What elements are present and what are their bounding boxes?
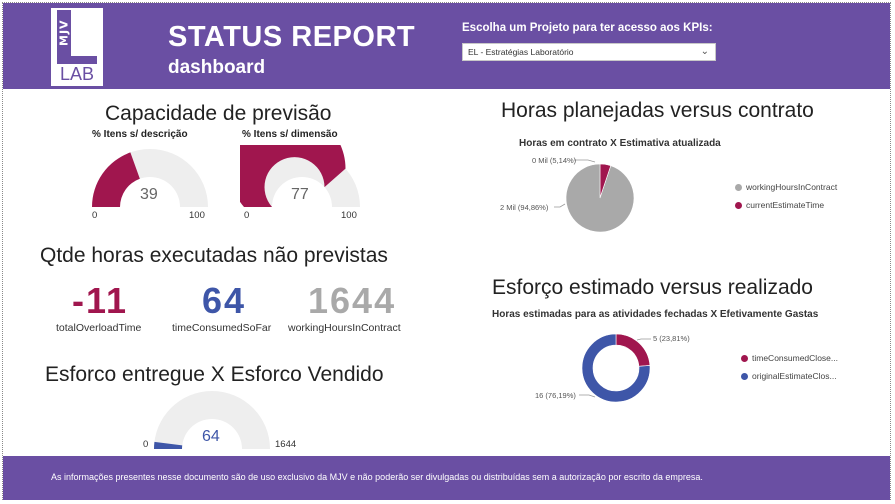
donut-data-label-small: 5 (23,81%) bbox=[653, 334, 690, 343]
gauge-max-dimensao: 100 bbox=[341, 210, 357, 221]
gauge-min-esforco: 0 bbox=[143, 439, 149, 450]
header-bar: MJV LAB STATUS REPORT dashboard Escolha … bbox=[3, 3, 890, 89]
chevron-down-icon: ⌄ bbox=[700, 46, 709, 57]
mjv-lab-logo: MJV LAB bbox=[51, 8, 103, 86]
pie-leader-lines bbox=[554, 159, 596, 208]
section-title-esforco-estimado: Esforço estimado versus realizado bbox=[492, 276, 813, 299]
donut-leader-line bbox=[636, 338, 651, 341]
legend-label: originalEstimateClos... bbox=[752, 371, 837, 381]
gauge-label-descricao: % Itens s/ descrição bbox=[92, 129, 188, 140]
project-selector-dropdown[interactable]: EL - Estratégias Laboratório ⌄ bbox=[462, 43, 716, 61]
pie-leader-line bbox=[574, 159, 596, 163]
kpi-time-consumed-value: 64 bbox=[202, 280, 247, 321]
legend-dot bbox=[741, 354, 748, 362]
pie-data-label-small: 0 Mil (5,14%) bbox=[532, 156, 577, 165]
gauge-min-descricao: 0 bbox=[92, 210, 98, 221]
legend-dot bbox=[741, 372, 748, 380]
donut-legend-item-time-consumed[interactable]: timeConsumedClose... bbox=[741, 353, 838, 363]
gauge-fill bbox=[92, 152, 140, 207]
page-title: STATUS REPORT bbox=[168, 21, 416, 53]
gauge-max-esforco: 1644 bbox=[275, 439, 297, 450]
gauge-min-dimensao: 0 bbox=[244, 210, 250, 221]
legend-label: workingHoursInContract bbox=[746, 182, 838, 192]
kpi-total-overload-label: totalOverloadTime bbox=[56, 322, 142, 334]
donut-data-label-large: 16 (76,19%) bbox=[535, 391, 576, 400]
page-subtitle: dashboard bbox=[168, 57, 266, 78]
gauge-max-descricao: 100 bbox=[189, 210, 205, 221]
gauge-value-descricao: 39 bbox=[140, 186, 158, 203]
section-title-esforco-entregue: Esforco entregue X Esforco Vendido bbox=[45, 363, 384, 386]
section-title-horas-planejadas: Horas planejadas versus contrato bbox=[501, 99, 814, 122]
footer-bar: As informações presentes nesse documento… bbox=[3, 456, 890, 500]
pie-chart-title: Horas em contrato X Estimativa atualizad… bbox=[519, 138, 721, 149]
donut-leader-lines bbox=[579, 338, 651, 398]
logo-bar bbox=[57, 56, 97, 64]
gauge-value-dimensao: 77 bbox=[291, 186, 309, 203]
pie-data-label-large: 2 Mil (94,86%) bbox=[500, 203, 549, 212]
legend-dot bbox=[735, 183, 742, 191]
kpi-time-consumed-label: timeConsumedSoFar bbox=[172, 322, 272, 334]
pie-legend-item-current-estimate[interactable]: currentEstimateTime bbox=[735, 200, 824, 210]
project-selector-value: EL - Estratégias Laboratório bbox=[468, 47, 574, 57]
footer-disclaimer: As informações presentes nesse documento… bbox=[51, 472, 703, 482]
legend-dot bbox=[735, 201, 742, 209]
donut-legend-item-original-estimate[interactable]: originalEstimateClos... bbox=[741, 371, 837, 381]
donut-chart-title: Horas estimadas para as atividades fecha… bbox=[492, 309, 819, 320]
donut-leader-line bbox=[579, 394, 596, 398]
pie-legend-item-working-hours[interactable]: workingHoursInContract bbox=[735, 182, 837, 192]
kpi-working-hours-value: 1644 bbox=[308, 280, 397, 321]
gauge-label-dimensao: % Itens s/ dimensão bbox=[242, 129, 338, 140]
gauge-value-esforco: 64 bbox=[202, 428, 220, 445]
logo-mjv-text: MJV bbox=[57, 10, 71, 56]
kpi-total-overload-value: -11 bbox=[72, 280, 129, 321]
project-selector-label: Escolha um Projeto para ter acesso aos K… bbox=[462, 22, 713, 34]
logo-lab-text: LAB bbox=[59, 64, 95, 84]
section-title-qtde-horas: Qtde horas executadas não previstas bbox=[40, 244, 388, 267]
legend-label: currentEstimateTime bbox=[746, 200, 825, 210]
kpi-working-hours-label: workingHoursInContract bbox=[288, 322, 401, 334]
section-title-capacidade: Capacidade de previsão bbox=[105, 102, 332, 125]
legend-label: timeConsumedClose... bbox=[752, 353, 838, 363]
